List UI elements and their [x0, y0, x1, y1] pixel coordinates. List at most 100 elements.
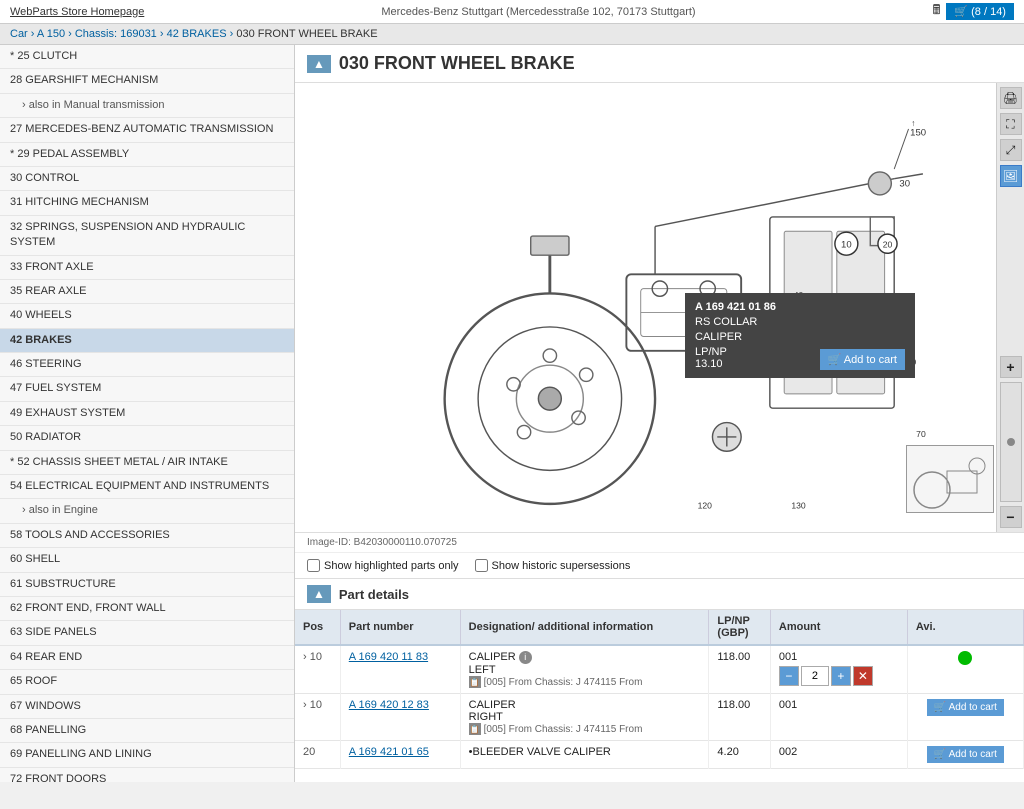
sidebar-item[interactable]: * 29 PEDAL ASSEMBLY	[0, 143, 294, 167]
sidebar-item[interactable]: 62 FRONT END, FRONT WALL	[0, 597, 294, 621]
image-icon[interactable]: 🖼	[1000, 165, 1022, 187]
sidebar-item[interactable]: 64 REAR END	[0, 646, 294, 670]
sidebar-item[interactable]: 42 BRAKES	[0, 329, 294, 353]
print-icon[interactable]: 🖨	[1000, 87, 1022, 109]
collapse-parts-button[interactable]: ▲	[307, 585, 331, 603]
store-homepage-link[interactable]: WebParts Store Homepage	[10, 6, 144, 18]
col-pos: Pos	[295, 610, 340, 645]
sidebar-item[interactable]: 67 WINDOWS	[0, 695, 294, 719]
svg-text:130: 130	[791, 501, 806, 511]
main-layout: * 25 CLUTCH28 GEARSHIFT MECHANISM› also …	[0, 45, 1024, 782]
table-row: 20 A 169 421 01 65 •BLEEDER VALVE CALIPE…	[295, 741, 1024, 769]
cell-lp-np: 4.20	[709, 741, 770, 769]
sidebar-item[interactable]: 28 GEARSHIFT MECHANISM	[0, 69, 294, 93]
zoom-out-button[interactable]: −	[1000, 506, 1022, 528]
sidebar-item[interactable]: 32 SPRINGS, SUSPENSION AND HYDRAULIC SYS…	[0, 216, 294, 256]
diagram-container[interactable]: 10 20 30 150 ↑ 100 40 50 80 70 120 130	[295, 83, 996, 523]
cell-part-number: A 169 421 01 65	[340, 741, 460, 769]
svg-text:150: 150	[910, 128, 926, 139]
cell-amount: 001 − + ✕	[770, 645, 907, 694]
cell-lp-np: 118.00	[709, 694, 770, 741]
info-icon[interactable]: i	[519, 651, 532, 664]
sidebar-item[interactable]: 68 PANELLING	[0, 719, 294, 743]
breadcrumb-item[interactable]: Chassis: 169031	[75, 28, 157, 40]
sidebar-item[interactable]: › also in Engine	[0, 499, 294, 523]
cell-part-number: A 169 420 11 83	[340, 645, 460, 694]
sidebar-item[interactable]: * 25 CLUTCH	[0, 45, 294, 69]
sidebar-item[interactable]: 50 RADIATOR	[0, 426, 294, 450]
cell-part-number: A 169 420 12 83	[340, 694, 460, 741]
sidebar-item[interactable]: 60 SHELL	[0, 548, 294, 572]
sidebar-item[interactable]: 69 PANELLING AND LINING	[0, 743, 294, 767]
add-to-cart-button[interactable]: 🛒 Add to cart	[927, 746, 1004, 763]
sidebar-item[interactable]: 46 STEERING	[0, 353, 294, 377]
breadcrumb-current: 030 FRONT WHEEL BRAKE	[236, 28, 377, 40]
thumbnail	[906, 445, 994, 513]
supersessions-filter[interactable]: Show historic supersessions	[475, 559, 631, 572]
col-amount: Amount	[770, 610, 907, 645]
tooltip-add-cart-button[interactable]: 🛒 Add to cart	[820, 349, 905, 370]
parts-table-header: Pos Part number Designation/ additional …	[295, 610, 1024, 645]
cell-designation: CALIPER i LEFT 📋 [005] From Chassis: J 4…	[460, 645, 709, 694]
sidebar-item[interactable]: 30 CONTROL	[0, 167, 294, 191]
qty-input[interactable]	[801, 666, 829, 686]
col-lp-np: LP/NP(GBP)	[709, 610, 770, 645]
sidebar-item[interactable]: 33 FRONT AXLE	[0, 256, 294, 280]
collapse-diagram-button[interactable]: ▲	[307, 55, 331, 73]
cart-button[interactable]: 🛒 (8 / 14)	[946, 3, 1014, 20]
sidebar-item[interactable]: 65 ROOF	[0, 670, 294, 694]
cell-designation: •BLEEDER VALVE CALIPER	[460, 741, 709, 769]
sidebar-item[interactable]: 35 REAR AXLE	[0, 280, 294, 304]
sidebar-item[interactable]: 27 MERCEDES-BENZ AUTOMATIC TRANSMISSION	[0, 118, 294, 142]
sidebar-item[interactable]: 72 FRONT DOORS	[0, 768, 294, 782]
cell-amount: 002	[770, 741, 907, 769]
breadcrumb-item[interactable]: A 150	[37, 28, 65, 40]
expand-icon[interactable]: ⤢	[1000, 139, 1022, 161]
part-number-link[interactable]: A 169 420 11 83	[349, 651, 428, 663]
qty-plus-button[interactable]: +	[831, 666, 851, 686]
page-title-bar: ▲ 030 FRONT WHEEL BRAKE	[295, 45, 1024, 83]
fullscreen-icon[interactable]: ⛶	[1000, 113, 1022, 135]
calculator-icon[interactable]: 🖩	[933, 1, 941, 23]
part-number-link[interactable]: A 169 421 01 65	[349, 746, 429, 758]
sidebar-item[interactable]: 31 HITCHING MECHANISM	[0, 191, 294, 215]
col-designation: Designation/ additional information	[460, 610, 709, 645]
cell-pos: › 10	[295, 694, 340, 741]
sidebar-item[interactable]: 61 SUBSTRUCTURE	[0, 573, 294, 597]
sidebar-item[interactable]: › also in Manual transmission	[0, 94, 294, 118]
svg-text:30: 30	[899, 178, 910, 189]
breadcrumb-item[interactable]: 42 BRAKES	[167, 28, 227, 40]
qty-delete-button[interactable]: ✕	[853, 666, 873, 686]
parts-table: Pos Part number Designation/ additional …	[295, 610, 1024, 769]
zoom-in-button[interactable]: +	[1000, 356, 1022, 378]
sidebar-item[interactable]: 47 FUEL SYSTEM	[0, 377, 294, 401]
cell-lp-np: 118.00	[709, 645, 770, 694]
filter-bar: Show highlighted parts only Show histori…	[295, 553, 1024, 579]
chassis-icon: 📋	[469, 723, 481, 735]
sidebar-item[interactable]: * 52 CHASSIS SHEET METAL / AIR INTAKE	[0, 451, 294, 475]
svg-text:10: 10	[841, 240, 852, 251]
sidebar-item[interactable]: 49 EXHAUST SYSTEM	[0, 402, 294, 426]
cell-avi: 🛒 Add to cart	[907, 741, 1023, 769]
supersessions-checkbox[interactable]	[475, 559, 488, 572]
sidebar-item[interactable]: 40 WHEELS	[0, 304, 294, 328]
qty-minus-button[interactable]: −	[779, 666, 799, 686]
cart-count: (8 / 14)	[971, 6, 1006, 18]
diagram-area: 10 20 30 150 ↑ 100 40 50 80 70 120 130	[295, 83, 1024, 533]
part-number-link[interactable]: A 169 420 12 83	[349, 699, 429, 711]
page-title: 030 FRONT WHEEL BRAKE	[339, 53, 575, 74]
diagram-icons-panel: 🖨 ⛶ ⤢ 🖼 + −	[996, 83, 1024, 532]
cell-avi: 🛒 Add to cart	[907, 694, 1023, 741]
cell-amount: 001	[770, 694, 907, 741]
highlight-checkbox[interactable]	[307, 559, 320, 572]
chassis-icon: 📋	[469, 676, 481, 688]
sidebar-item[interactable]: 63 SIDE PANELS	[0, 621, 294, 645]
col-avi: Avi.	[907, 610, 1023, 645]
content-area: ▲ 030 FRONT WHEEL BRAKE	[295, 45, 1024, 782]
cell-avi	[907, 645, 1023, 694]
sidebar-item[interactable]: 54 ELECTRICAL EQUIPMENT AND INSTRUMENTS	[0, 475, 294, 499]
breadcrumb-item[interactable]: Car	[10, 28, 28, 40]
highlight-filter[interactable]: Show highlighted parts only	[307, 559, 459, 572]
sidebar-item[interactable]: 58 TOOLS AND ACCESSORIES	[0, 524, 294, 548]
add-to-cart-button[interactable]: 🛒 Add to cart	[927, 699, 1004, 716]
